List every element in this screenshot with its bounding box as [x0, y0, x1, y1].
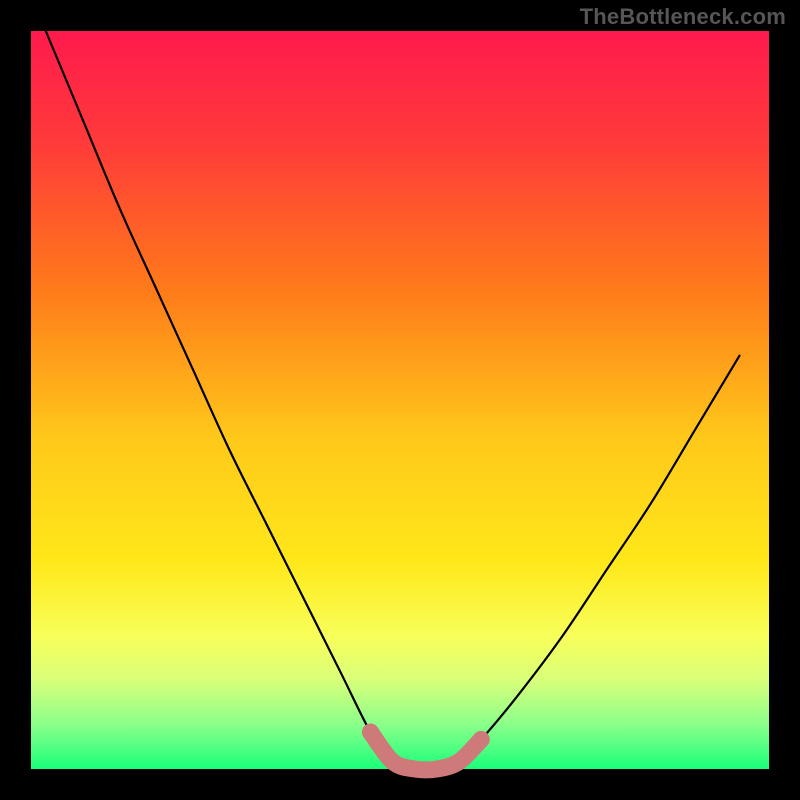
gradient-background [31, 31, 769, 769]
chart-frame: TheBottleneck.com [0, 0, 800, 800]
bottleneck-chart [0, 0, 800, 800]
highlight-endpoint [473, 731, 490, 748]
highlight-endpoint [362, 724, 379, 741]
